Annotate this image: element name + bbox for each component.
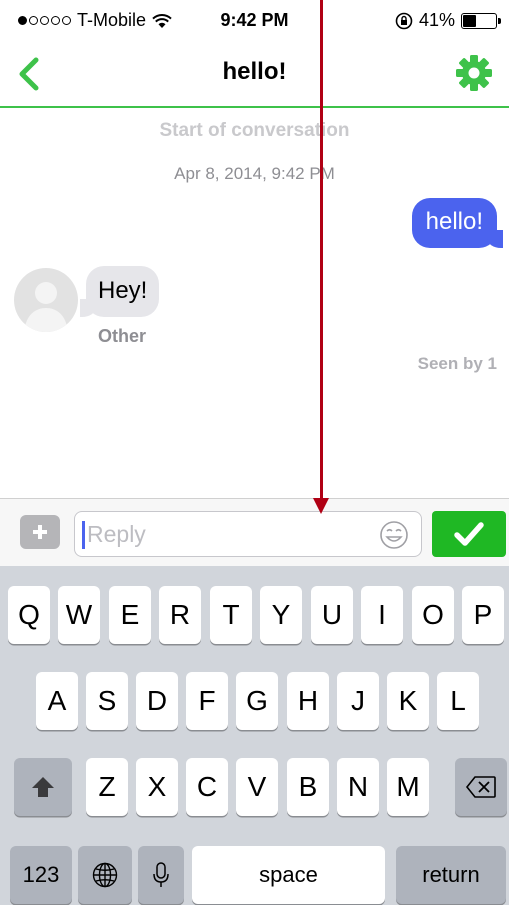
incoming-message-bubble[interactable]: Hey! <box>79 266 160 317</box>
key-k[interactable]: K <box>387 672 429 730</box>
key-t[interactable]: T <box>210 586 252 644</box>
shift-icon <box>32 777 54 797</box>
status-bar: T-Mobile 9:42 PM 41% <box>0 0 509 40</box>
microphone-icon <box>153 862 169 887</box>
message-input-bar: Reply <box>0 498 509 566</box>
plus-icon[interactable] <box>20 515 60 549</box>
key-b[interactable]: B <box>287 758 329 816</box>
key-e[interactable]: E <box>109 586 151 644</box>
key-m[interactable]: M <box>387 758 429 816</box>
text-caret <box>82 521 85 549</box>
key-z[interactable]: Z <box>86 758 128 816</box>
key-r[interactable]: R <box>159 586 201 644</box>
delete-icon <box>465 776 496 798</box>
return-key[interactable]: return <box>396 846 506 904</box>
key-p[interactable]: P <box>462 586 504 644</box>
rotation-lock-icon <box>395 12 413 29</box>
outgoing-message-text: hello! <box>425 208 483 235</box>
key-f[interactable]: F <box>186 672 228 730</box>
key-l[interactable]: L <box>437 672 479 730</box>
key-j[interactable]: J <box>337 672 379 730</box>
key-o[interactable]: O <box>412 586 454 644</box>
microphone-key[interactable] <box>138 846 184 904</box>
outgoing-message-bubble[interactable]: hello! <box>411 198 504 248</box>
key-d[interactable]: D <box>136 672 178 730</box>
keyboard: Q W E R T Y U I O P A S D F G H J K L Z … <box>0 566 509 905</box>
person-silhouette-icon <box>24 282 68 332</box>
battery-icon <box>461 12 501 29</box>
key-s[interactable]: S <box>86 672 128 730</box>
key-h[interactable]: H <box>287 672 329 730</box>
conversation-start-label: Start of conversation <box>159 120 350 141</box>
key-i[interactable]: I <box>361 586 403 644</box>
key-q[interactable]: Q <box>8 586 50 644</box>
incoming-message-text: Hey! <box>98 277 148 304</box>
battery-fill <box>463 14 476 27</box>
key-v[interactable]: V <box>236 758 278 816</box>
nav-bar: hello! <box>0 40 509 108</box>
annotation-arrow-head <box>313 498 329 514</box>
numbers-key[interactable]: 123 <box>10 846 72 904</box>
delete-key[interactable] <box>455 758 507 816</box>
smiley-icon[interactable] <box>379 520 409 550</box>
conversation-title: hello! <box>222 58 287 85</box>
shift-key[interactable] <box>14 758 72 816</box>
globe-icon <box>92 862 118 888</box>
battery-percent: 41% <box>418 10 455 30</box>
gear-icon[interactable] <box>455 54 493 92</box>
avatar[interactable] <box>14 268 78 332</box>
status-right: 41% <box>395 10 501 31</box>
key-a[interactable]: A <box>36 672 78 730</box>
space-key[interactable]: space <box>192 846 385 904</box>
globe-key[interactable] <box>78 846 132 904</box>
seen-by-label: Seen by 1 <box>417 354 497 373</box>
key-x[interactable]: X <box>136 758 178 816</box>
key-u[interactable]: U <box>311 586 353 644</box>
key-w[interactable]: W <box>58 586 100 644</box>
key-g[interactable]: G <box>236 672 278 730</box>
key-n[interactable]: N <box>337 758 379 816</box>
reply-input[interactable]: Reply <box>74 511 422 557</box>
check-icon <box>454 522 484 546</box>
reply-placeholder: Reply <box>87 521 146 547</box>
annotation-arrow-line <box>320 0 323 502</box>
sender-name: Other <box>98 326 147 346</box>
conversation-date: Apr 8, 2014, 9:42 PM <box>174 164 335 183</box>
send-button[interactable] <box>432 511 506 557</box>
key-c[interactable]: C <box>186 758 228 816</box>
key-y[interactable]: Y <box>260 586 302 644</box>
